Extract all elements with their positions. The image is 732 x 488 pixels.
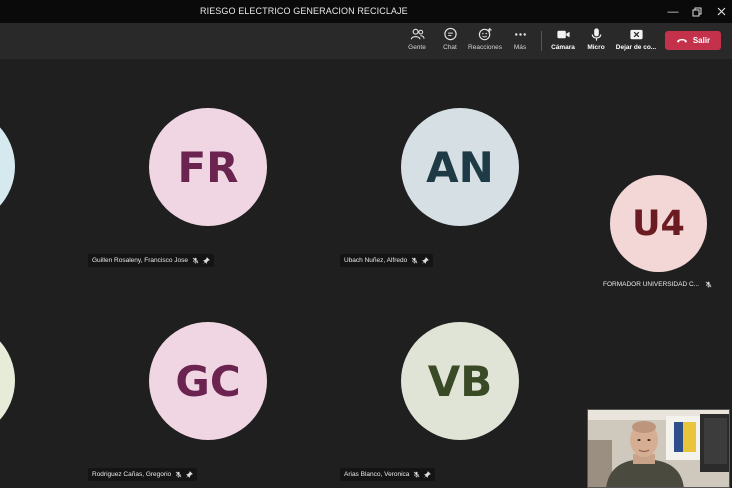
avatar-vb[interactable]: VB bbox=[401, 322, 519, 440]
leave-label: Salir bbox=[692, 36, 711, 45]
pin-icon bbox=[422, 257, 430, 264]
camera-icon bbox=[556, 30, 570, 39]
minimize-button[interactable]: — bbox=[664, 3, 682, 20]
avatar-initials: AN bbox=[426, 142, 494, 192]
more-button[interactable]: Más bbox=[502, 27, 538, 57]
stop-sharing-button[interactable]: Dejar de co... bbox=[614, 27, 658, 57]
participant-name: Ubach Nuñez, Alfredo bbox=[344, 257, 408, 264]
mic-muted-icon bbox=[175, 471, 182, 478]
mic-label: Micro bbox=[587, 44, 605, 51]
chat-icon bbox=[443, 27, 457, 41]
self-view-image bbox=[588, 410, 729, 487]
avatar-u4[interactable]: U4 bbox=[610, 175, 707, 272]
participant-nametag: Ubach Nuñez, Alfredo bbox=[340, 254, 434, 267]
mic-muted-icon bbox=[705, 281, 712, 288]
pin-icon bbox=[186, 471, 194, 478]
restore-icon bbox=[692, 7, 702, 16]
avatar-initials: U4 bbox=[632, 203, 685, 244]
toolbar-divider bbox=[541, 31, 542, 51]
self-view-video[interactable] bbox=[587, 409, 730, 488]
close-icon bbox=[717, 7, 725, 16]
stop-share-label: Dejar de co... bbox=[615, 44, 657, 51]
close-window-button[interactable] bbox=[712, 3, 730, 20]
restore-button[interactable] bbox=[688, 3, 706, 20]
chat-label: Chat bbox=[443, 44, 457, 51]
mic-muted-icon bbox=[411, 257, 418, 264]
reactions-icon bbox=[478, 27, 492, 41]
avatar-partial-left-bottom bbox=[0, 322, 15, 439]
camera-label: Cámara bbox=[551, 44, 575, 51]
avatar-fr[interactable]: FR bbox=[149, 108, 267, 226]
pin-icon bbox=[424, 471, 432, 478]
stop-share-icon bbox=[629, 29, 643, 40]
chat-button[interactable]: Chat bbox=[432, 27, 468, 57]
avatar-gc[interactable]: GC bbox=[149, 322, 267, 440]
more-label: Más bbox=[513, 44, 527, 51]
avatar-partial-left-top bbox=[0, 108, 15, 225]
participant-nametag: FORMADOR UNIVERSIDAD C... bbox=[603, 281, 712, 288]
participant-name: FORMADOR UNIVERSIDAD C... bbox=[603, 281, 700, 288]
avatar-initials: GC bbox=[175, 356, 241, 406]
title-bar: RIESGO ELECTRICO GENERACION RECICLAJE — bbox=[0, 0, 732, 23]
camera-button[interactable]: Cámara bbox=[545, 27, 581, 57]
participant-name: Guillen Rosaleny, Francisco Jose bbox=[92, 257, 188, 264]
participant-nametag: Arias Blanco, Veronica bbox=[340, 468, 436, 481]
reactions-label: Reacciones bbox=[468, 44, 502, 51]
mic-icon bbox=[591, 28, 601, 41]
avatar-an[interactable]: AN bbox=[401, 108, 519, 226]
avatar-initials: FR bbox=[177, 142, 239, 192]
reactions-button[interactable]: Reacciones bbox=[467, 27, 503, 57]
avatar-initials: VB bbox=[427, 356, 493, 406]
more-icon bbox=[514, 33, 526, 36]
people-icon bbox=[410, 28, 425, 40]
minimize-icon: — bbox=[667, 5, 679, 18]
hang-up-icon bbox=[676, 39, 687, 43]
mic-muted-icon bbox=[192, 257, 199, 264]
participant-nametag: Guillen Rosaleny, Francisco Jose bbox=[88, 254, 214, 267]
mic-button[interactable]: Micro bbox=[578, 27, 614, 57]
window-title: RIESGO ELECTRICO GENERACION RECICLAJE bbox=[200, 6, 408, 16]
people-button[interactable]: Gente bbox=[399, 27, 435, 57]
people-label: Gente bbox=[408, 44, 426, 51]
participant-nametag: Rodriguez Cañas, Gregorio bbox=[88, 468, 198, 481]
leave-button[interactable]: Salir bbox=[665, 31, 721, 50]
pin-icon bbox=[202, 257, 210, 264]
participant-name: Rodriguez Cañas, Gregorio bbox=[92, 471, 172, 478]
mic-muted-icon bbox=[414, 471, 420, 478]
participant-name: Arias Blanco, Veronica bbox=[344, 471, 410, 478]
